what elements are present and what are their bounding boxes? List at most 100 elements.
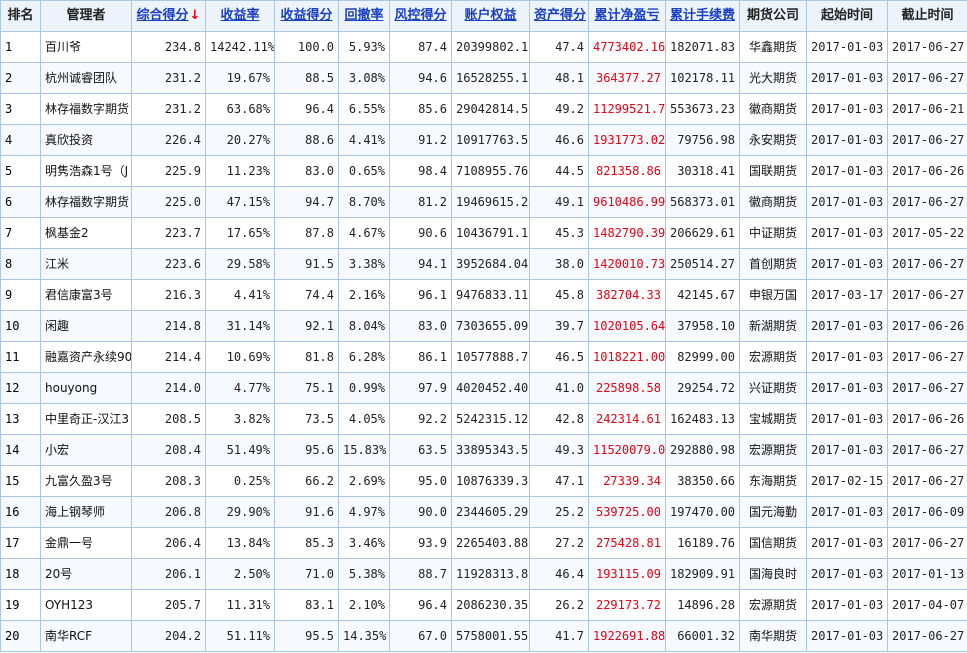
table-row[interactable]: 9 君信康富3号 216.3 4.41% 74.4 2.16% 96.1 9476833.11… [0, 279, 967, 311]
cell-end-date: 2017-06-27 [887, 62, 967, 94]
cell-net-pnl: 225898.58 [588, 372, 666, 404]
sort-asset-score[interactable]: 资产得分 [529, 0, 589, 32]
cell-net-pnl: 4773402.16 [588, 31, 666, 63]
table-row[interactable]: 15 九富久盈3号 208.3 0.25% 66.2 2.69% 95.0 10876339.… [0, 465, 967, 497]
table-row[interactable]: 1 百川爷 234.8 14242.11% 100.0 5.93% 87.4 20399802… [0, 31, 967, 63]
cell-broker: 宏源期货 [739, 341, 807, 373]
cell-manager-link[interactable]: 九富久盈3号 [40, 465, 132, 497]
cell-fees: 37958.10 [665, 310, 740, 342]
cell-rank: 2 [0, 62, 41, 94]
table-row[interactable]: 3 林存福数字期货 231.2 63.68% 96.4 6.55% 85.6 29042814… [0, 93, 967, 125]
table-row[interactable]: 17 金鼎一号 206.4 13.84% 85.3 3.46% 93.9 2265403.88… [0, 527, 967, 559]
cell-net-pnl: 242314.61 [588, 403, 666, 435]
cell-broker: 华鑫期货 [739, 31, 807, 63]
sort-drawdown[interactable]: 回撤率 [338, 0, 390, 32]
cell-manager-link[interactable]: 真欣投资 [40, 124, 132, 156]
table-row[interactable]: 13 中里奇正-汉江3 208.5 3.82% 73.5 4.05% 92.2 5242315… [0, 403, 967, 435]
cell-start-date: 2017-01-03 [806, 155, 888, 187]
sort-net-pnl[interactable]: 累计净盈亏 [588, 0, 666, 32]
cell-fees: 29254.72 [665, 372, 740, 404]
cell-return-score: 87.8 [274, 217, 339, 249]
cell-return-rate: 51.49% [205, 434, 275, 466]
cell-equity: 10917763.57 [451, 124, 530, 156]
cell-drawdown: 8.70% [338, 186, 390, 218]
cell-return-score: 83.1 [274, 589, 339, 621]
table-row[interactable]: 2 杭州诚睿团队 231.2 19.67% 88.5 3.08% 94.6 16528255.… [0, 62, 967, 94]
cell-manager-link[interactable]: 林存福数字期货 [40, 186, 132, 218]
cell-return-rate: 11.23% [205, 155, 275, 187]
cell-return-rate: 29.58% [205, 248, 275, 280]
cell-drawdown: 5.38% [338, 558, 390, 590]
cell-manager-link[interactable]: 20号 [40, 558, 132, 590]
cell-net-pnl: 821358.86 [588, 155, 666, 187]
sort-return-rate[interactable]: 收益率 [205, 0, 275, 32]
table-row[interactable]: 12 houyong 214.0 4.77% 75.1 0.99% 97.9 4020452.… [0, 372, 967, 404]
sort-return-score[interactable]: 收益得分 [274, 0, 339, 32]
cell-manager-link[interactable]: 融嘉资产永续90 [40, 341, 132, 373]
col-header-label: 管理者 [66, 8, 106, 23]
table-row[interactable]: 19 OYH123 205.7 11.31% 83.1 2.10% 96.4 2086230.… [0, 589, 967, 621]
cell-return-rate: 13.84% [205, 527, 275, 559]
cell-end-date: 2017-06-27 [887, 124, 967, 156]
sort-risk-score[interactable]: 风控得分 [389, 0, 452, 32]
cell-manager-link[interactable]: 江米 [40, 248, 132, 280]
table-row[interactable]: 11 融嘉资产永续90 214.4 10.69% 81.8 6.28% 86.1 105778… [0, 341, 967, 373]
header-row: 排名 管理者 综合得分↓ 收益率 收益得分 回撤率 风控得分 账户权益 资产得分… [0, 0, 967, 32]
cell-return-score: 88.6 [274, 124, 339, 156]
cell-return-rate: 10.69% [205, 341, 275, 373]
cell-risk-score: 97.9 [389, 372, 452, 404]
cell-rank: 17 [0, 527, 41, 559]
table-row[interactable]: 5 明隽浩森1号（J 225.9 11.23% 83.0 0.65% 98.4 7108955… [0, 155, 967, 187]
cell-broker: 国元海勤 [739, 496, 807, 528]
table-row[interactable]: 16 海上钢琴师 206.8 29.90% 91.6 4.97% 90.0 2344605.2… [0, 496, 967, 528]
cell-manager-link[interactable]: 金鼎一号 [40, 527, 132, 559]
cell-total-score: 216.3 [131, 279, 206, 311]
cell-manager-link[interactable]: 百川爷 [40, 31, 132, 63]
cell-rank: 9 [0, 279, 41, 311]
cell-manager-link[interactable]: 枫基金2 [40, 217, 132, 249]
cell-manager-link[interactable]: 闲趣 [40, 310, 132, 342]
cell-drawdown: 5.93% [338, 31, 390, 63]
cell-broker: 新湖期货 [739, 310, 807, 342]
cell-total-score: 204.2 [131, 620, 206, 652]
col-header-label: 收益率 [220, 8, 260, 23]
col-header-label: 起始时间 [820, 8, 873, 23]
cell-return-rate: 2.50% [205, 558, 275, 590]
cell-risk-score: 93.9 [389, 527, 452, 559]
cell-manager-link[interactable]: 明隽浩森1号（J [40, 155, 132, 187]
cell-asset-score: 47.4 [529, 31, 589, 63]
cell-manager-link[interactable]: 中里奇正-汉江3 [40, 403, 132, 435]
cell-manager-link[interactable]: 林存福数字期货 [40, 93, 132, 125]
cell-manager-link[interactable]: OYH123 [40, 589, 132, 621]
sort-equity[interactable]: 账户权益 [451, 0, 530, 32]
table-row[interactable]: 8 江米 223.6 29.58% 91.5 3.38% 94.1 3952684.04 38.… [0, 248, 967, 280]
table-row[interactable]: 10 闲趣 214.8 31.14% 92.1 8.04% 83.0 7303655.09 39… [0, 310, 967, 342]
table-row[interactable]: 18 20号 206.1 2.50% 71.0 5.38% 88.7 11928313.87 4… [0, 558, 967, 590]
cell-manager-link[interactable]: 君信康富3号 [40, 279, 132, 311]
table-row[interactable]: 20 南华RCF 204.2 51.11% 95.5 14.35% 67.0 5758001.… [0, 620, 967, 652]
cell-return-score: 81.8 [274, 341, 339, 373]
table-row[interactable]: 7 枫基金2 223.7 17.65% 87.8 4.67% 90.6 10436791.15… [0, 217, 967, 249]
cell-return-score: 96.4 [274, 93, 339, 125]
cell-rank: 4 [0, 124, 41, 156]
cell-return-score: 100.0 [274, 31, 339, 63]
cell-net-pnl: 27339.34 [588, 465, 666, 497]
cell-start-date: 2017-01-03 [806, 341, 888, 373]
cell-manager-link[interactable]: 杭州诚睿团队 [40, 62, 132, 94]
sort-fees[interactable]: 累计手续费 [665, 0, 740, 32]
table-row[interactable]: 4 真欣投资 226.4 20.27% 88.6 4.41% 91.2 10917763.57… [0, 124, 967, 156]
cell-manager-link[interactable]: 海上钢琴师 [40, 496, 132, 528]
cell-broker: 国海良时 [739, 558, 807, 590]
cell-total-score: 208.4 [131, 434, 206, 466]
cell-total-score: 231.2 [131, 93, 206, 125]
cell-total-score: 208.5 [131, 403, 206, 435]
sort-total-score[interactable]: 综合得分↓ [131, 0, 206, 32]
cell-return-rate: 31.14% [205, 310, 275, 342]
cell-net-pnl: 364377.27 [588, 62, 666, 94]
table-row[interactable]: 6 林存福数字期货 225.0 47.15% 94.7 8.70% 81.2 19469615… [0, 186, 967, 218]
cell-manager-link[interactable]: 小宏 [40, 434, 132, 466]
cell-manager-link[interactable]: houyong [40, 372, 132, 404]
cell-manager-link[interactable]: 南华RCF [40, 620, 132, 652]
col-header-label: 累计净盈亏 [594, 8, 660, 23]
table-row[interactable]: 14 小宏 208.4 51.49% 95.6 15.83% 63.5 33895343.56… [0, 434, 967, 466]
